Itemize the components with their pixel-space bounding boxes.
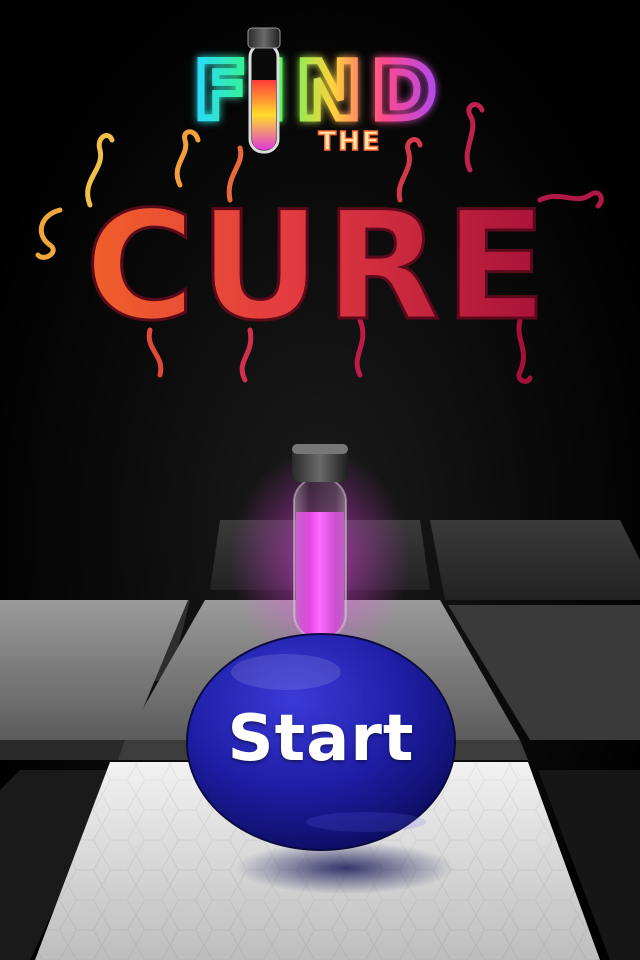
title-cure: CURE — [84, 179, 551, 356]
test-tube-icon — [292, 444, 348, 639]
title-screen: FIND THE CURE Start — [0, 0, 640, 960]
title-line2: THE — [318, 127, 381, 157]
start-button-label[interactable]: Start — [186, 632, 456, 852]
title-line3: CURE — [85, 180, 551, 354]
title-find: FIND — [190, 44, 446, 141]
title-the: THE — [318, 126, 381, 158]
title-test-tube-icon — [247, 27, 281, 154]
title-line1: FIND — [194, 47, 446, 137]
start-button[interactable]: Start — [186, 632, 456, 852]
